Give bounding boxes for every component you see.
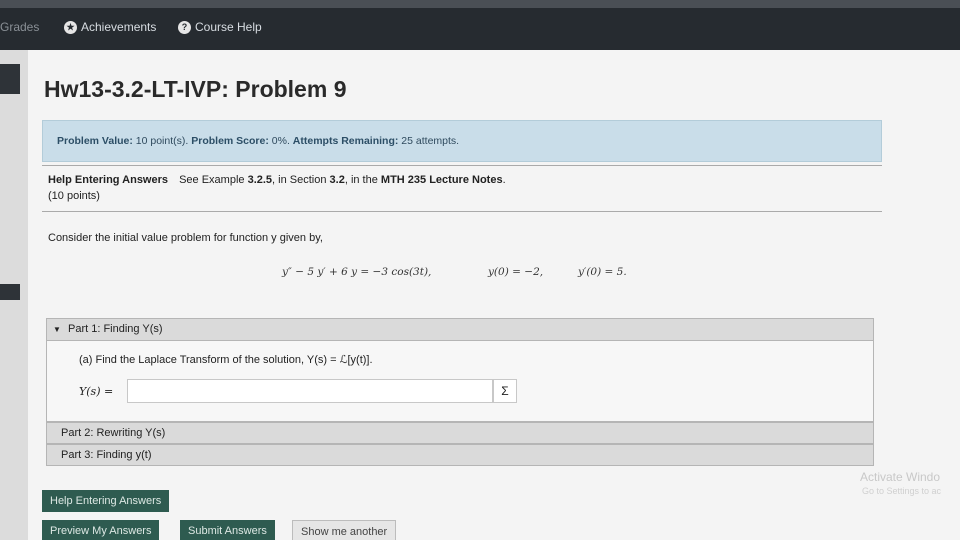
part-1-panel: ▼ Part 1: Finding Y(s) (a) Find the Lapl… xyxy=(46,318,874,422)
help-section-number: 3.2 xyxy=(329,174,345,186)
top-nav-bar: Grades ★ Achievements ? Course Help xyxy=(0,0,960,50)
activate-windows-subtext: Go to Settings to ac xyxy=(862,486,942,496)
initial-condition-2: y′(0) = 5. xyxy=(578,266,627,278)
nav-achievements-label: Achievements xyxy=(81,20,157,34)
problem-page: Hw13-3.2-LT-IVP: Problem 9 Problem Value… xyxy=(28,50,960,540)
problem-score-label: Problem Score: xyxy=(191,135,269,147)
nav-course-help-label: Course Help xyxy=(195,20,262,34)
help-text-mid: , in Section xyxy=(272,174,327,186)
part-1-header[interactable]: ▼ Part 1: Finding Y(s) xyxy=(47,319,873,341)
attempts-label: Attempts Remaining: xyxy=(292,135,399,147)
part-3-title: Part 3: Finding y(t) xyxy=(61,449,152,461)
part-2-title: Part 2: Rewriting Y(s) xyxy=(61,427,166,439)
help-text-in: , in the xyxy=(344,174,378,186)
points-label: (10 points) xyxy=(48,190,100,202)
problem-value: 10 point(s). xyxy=(135,135,189,147)
problem-value-label: Problem Value: xyxy=(57,135,133,147)
help-header: Help Entering Answers xyxy=(48,174,169,186)
sidebar-tab[interactable] xyxy=(0,284,20,300)
problem-statement: Consider the initial value problem for f… xyxy=(48,232,323,244)
nav-course-help[interactable]: ? Course Help xyxy=(178,20,262,34)
help-example: 3.2.5 xyxy=(247,174,273,186)
lecture-notes-link[interactable]: MTH 235 Lecture Notes xyxy=(381,174,503,186)
activate-windows-watermark: Activate Windo xyxy=(860,470,941,484)
help-text-pre: See Example xyxy=(179,174,245,186)
submit-answers-button[interactable]: Submit Answers xyxy=(180,520,275,540)
ode-equation: y″ − 5 y′ + 6 y = −3 cos(3t), xyxy=(282,266,432,278)
problem-info-box: Problem Value: 10 point(s). Problem Scor… xyxy=(42,120,882,162)
answer-label: Y(s) = xyxy=(79,385,114,398)
sigma-icon[interactable]: Σ xyxy=(493,379,517,403)
nav-grades-label: Grades xyxy=(0,20,40,34)
collapse-triangle-icon: ▼ xyxy=(53,325,61,334)
show-another-button[interactable]: Show me another xyxy=(292,520,397,540)
sidebar-tab[interactable] xyxy=(0,64,20,94)
part-3-header[interactable]: Part 3: Finding y(t) xyxy=(46,444,874,466)
answer-input[interactable] xyxy=(127,379,493,403)
help-text-end: . xyxy=(502,174,506,186)
help-section: Help Entering Answers See Example 3.2.5,… xyxy=(42,165,882,212)
preview-answers-button[interactable]: Preview My Answers xyxy=(42,520,160,540)
nav-achievements[interactable]: ★ Achievements xyxy=(64,20,156,34)
part-1-question: (a) Find the Laplace Transform of the so… xyxy=(79,354,373,366)
nav-grades[interactable]: Grades xyxy=(0,20,39,34)
page-title: Hw13-3.2-LT-IVP: Problem 9 xyxy=(44,76,347,102)
problem-score: 0%. xyxy=(271,135,290,147)
part-1-title: Part 1: Finding Y(s) xyxy=(67,323,163,335)
part-2-header[interactable]: Part 2: Rewriting Y(s) xyxy=(46,422,874,444)
help-entering-answers-button[interactable]: Help Entering Answers xyxy=(42,490,170,512)
star-icon: ★ xyxy=(64,20,77,34)
question-icon: ? xyxy=(178,20,191,34)
attempts-remaining: 25 attempts. xyxy=(401,135,460,147)
initial-condition-1: y(0) = −2, xyxy=(488,266,544,278)
